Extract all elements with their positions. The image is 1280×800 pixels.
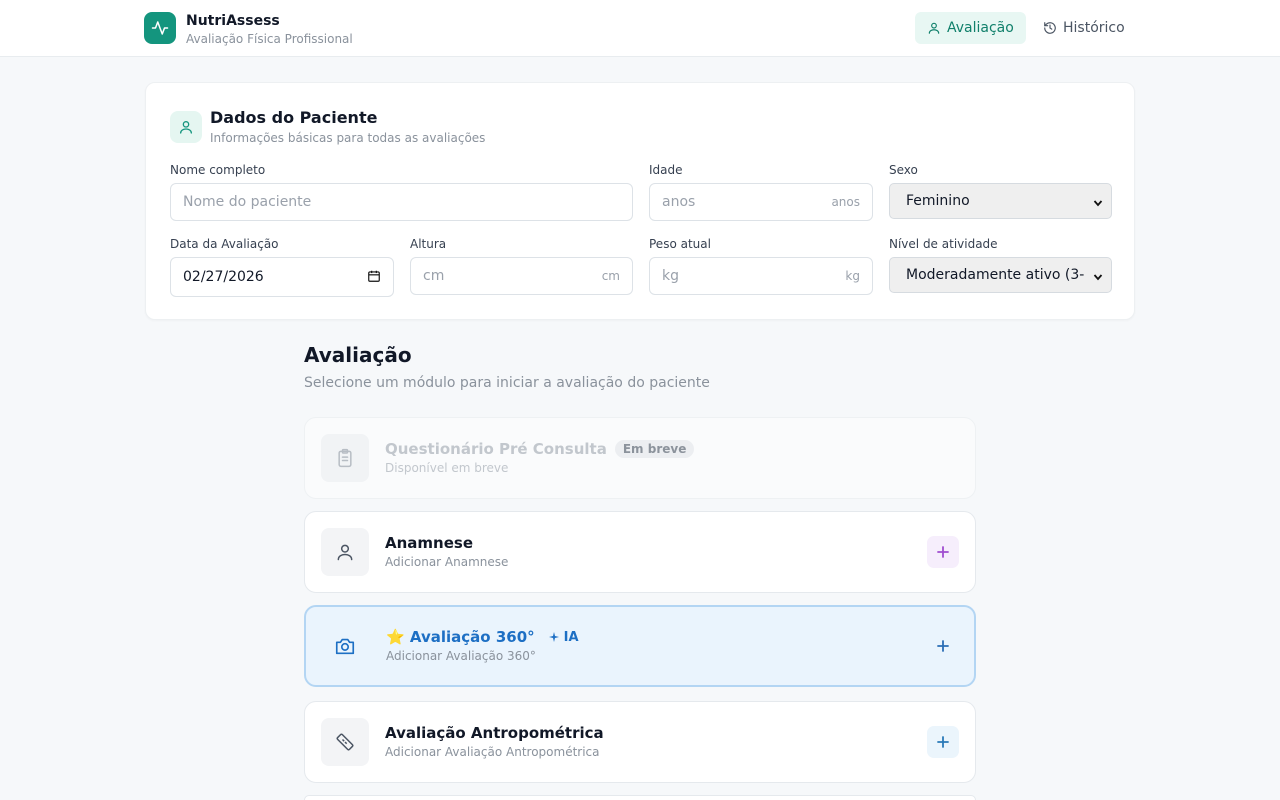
chevron-down-icon: [1091, 270, 1103, 286]
activity-logo-icon: [144, 12, 176, 44]
module-antropometrica[interactable]: Avaliação Antropométrica Adicionar Avali…: [304, 701, 976, 783]
chevron-down-icon: [1093, 196, 1103, 212]
coming-soon-badge: Em breve: [614, 440, 695, 458]
date-input[interactable]: 02/27/2026: [170, 257, 394, 297]
camera-icon: [321, 622, 369, 670]
height-unit: cm: [601, 269, 620, 283]
patient-card-title: Dados do Paciente: [210, 108, 378, 127]
module-subtitle: Adicionar Avaliação Antropométrica: [385, 745, 600, 759]
weight-label: Peso atual: [649, 237, 711, 251]
user-icon: [927, 21, 941, 35]
activity-select[interactable]: Moderadamente ativo (3-: [889, 257, 1112, 293]
module-title-text: ⭐ Avaliação 360°: [386, 628, 535, 646]
module-title: Avaliação Antropométrica: [385, 724, 604, 742]
ruler-icon: [321, 718, 369, 766]
age-placeholder: anos: [662, 194, 696, 210]
sparkles-icon: [548, 632, 559, 642]
app-name: NutriAssess: [186, 13, 280, 29]
add-avaliacao-360-button[interactable]: [927, 630, 959, 662]
history-icon: [1043, 21, 1057, 35]
module-anamnese[interactable]: Anamnese Adicionar Anamnese: [304, 511, 976, 593]
weight-unit: kg: [845, 269, 860, 283]
module-title: Questionário Pré Consulta Em breve: [385, 440, 695, 458]
name-label: Nome completo: [170, 163, 266, 177]
module-title: Anamnese: [385, 534, 473, 552]
user-icon: [170, 111, 202, 143]
nav-avaliacao-button[interactable]: Avaliação: [915, 12, 1026, 44]
date-label: Data da Avaliação: [170, 237, 279, 251]
nav-avaliacao-label: Avaliação: [947, 20, 1014, 36]
name-placeholder: Nome do paciente: [183, 194, 312, 210]
nav-historico-label: Histórico: [1063, 20, 1125, 36]
user-icon: [321, 528, 369, 576]
section-subtitle: Selecione um módulo para iniciar a avali…: [304, 375, 710, 391]
calendar-icon[interactable]: [367, 269, 381, 286]
sex-select[interactable]: Feminino: [889, 183, 1112, 219]
weight-input[interactable]: kg kg: [649, 257, 873, 295]
module-subtitle: Adicionar Anamnese: [385, 555, 509, 569]
nav-historico-button[interactable]: Histórico: [1031, 12, 1135, 44]
module-subtitle: Adicionar Avaliação 360°: [386, 649, 536, 663]
ai-tag: IA: [548, 629, 579, 645]
height-placeholder: cm: [423, 268, 445, 284]
add-antropometrica-button[interactable]: [927, 726, 959, 758]
module-questionario: Questionário Pré Consulta Em breve Dispo…: [304, 417, 976, 499]
clipboard-icon: [321, 434, 369, 482]
height-input[interactable]: cm cm: [410, 257, 633, 295]
height-label: Altura: [410, 237, 447, 251]
module-subtitle: Disponível em breve: [385, 461, 509, 475]
patient-card-subtitle: Informações básicas para todas as avalia…: [210, 131, 486, 145]
app-subtitle: Avaliação Física Profissional: [186, 32, 353, 46]
age-label: Idade: [649, 163, 683, 177]
date-value: 02/27/2026: [183, 269, 264, 285]
sex-value: Feminino: [906, 193, 970, 209]
ai-tag-label: IA: [563, 629, 579, 645]
activity-label: Nível de atividade: [889, 237, 998, 251]
weight-placeholder: kg: [662, 268, 679, 284]
module-avaliacao-360[interactable]: ⭐ Avaliação 360° IA Adicionar Avaliação …: [304, 605, 976, 687]
module-title-text: Questionário Pré Consulta: [385, 440, 607, 458]
module-next[interactable]: [304, 795, 976, 800]
name-input[interactable]: Nome do paciente: [170, 183, 633, 221]
section-title: Avaliação: [304, 343, 412, 367]
sex-label: Sexo: [889, 163, 918, 177]
add-anamnese-button[interactable]: [927, 536, 959, 568]
top-navigation-bar: NutriAssess Avaliação Física Profissiona…: [0, 0, 1280, 57]
age-unit: anos: [831, 195, 860, 209]
module-title: ⭐ Avaliação 360° IA: [386, 628, 579, 646]
patient-data-card: Dados do Paciente Informações básicas pa…: [145, 82, 1135, 320]
activity-value: Moderadamente ativo (3-: [906, 267, 1085, 283]
age-input[interactable]: anos anos: [649, 183, 873, 221]
